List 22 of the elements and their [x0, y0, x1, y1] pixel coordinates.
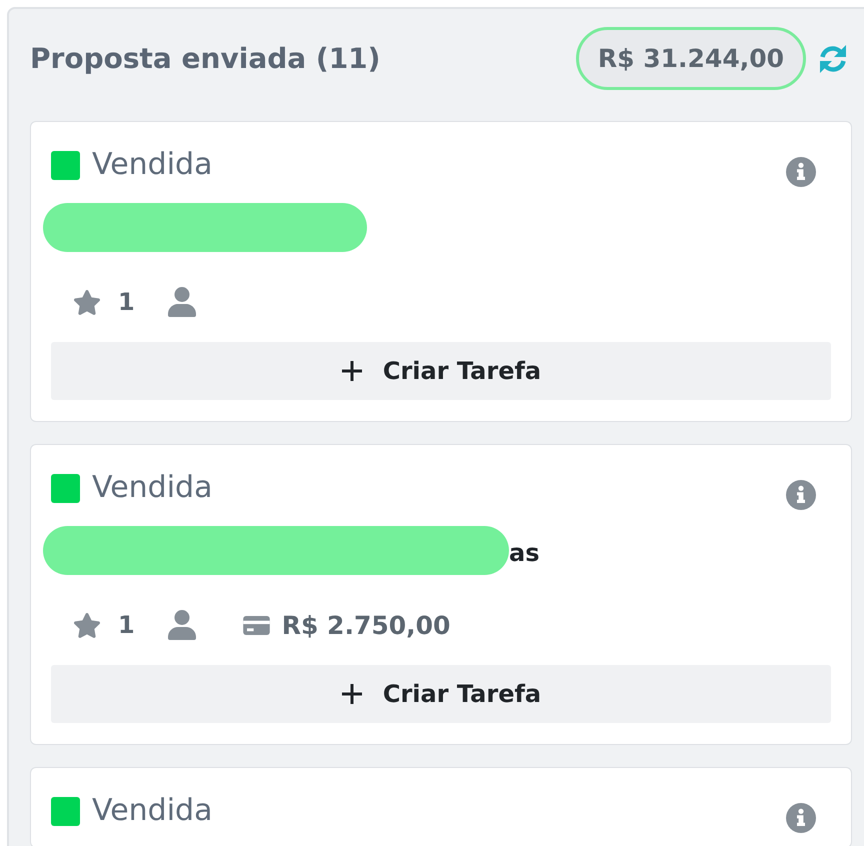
info-icon[interactable] — [786, 157, 816, 187]
deal-title: as — [509, 539, 540, 567]
deal-value: R$ 2.750,00 — [282, 610, 450, 640]
status-label: Vendida — [92, 150, 212, 180]
refresh-icon[interactable] — [817, 42, 849, 74]
star-count: 1 — [118, 611, 135, 639]
status-label: Vendida — [92, 473, 212, 503]
star-icon — [73, 290, 101, 314]
plus-icon — [340, 360, 363, 382]
plus-icon — [340, 683, 363, 705]
create-task-button[interactable]: Criar Tarefa — [51, 342, 831, 400]
info-icon[interactable] — [786, 480, 816, 510]
status-label: Vendida — [92, 796, 212, 826]
star-icon — [73, 612, 101, 638]
info-icon[interactable] — [786, 803, 816, 833]
total-amount: R$ 31.244,00 — [576, 27, 806, 90]
create-task-button[interactable]: Criar Tarefa — [51, 665, 831, 723]
person-icon — [168, 287, 196, 317]
credit-card-icon — [242, 616, 270, 634]
person-icon — [168, 610, 196, 640]
column-title: Proposta enviada (11) — [30, 42, 380, 75]
star-count: 1 — [118, 288, 135, 316]
